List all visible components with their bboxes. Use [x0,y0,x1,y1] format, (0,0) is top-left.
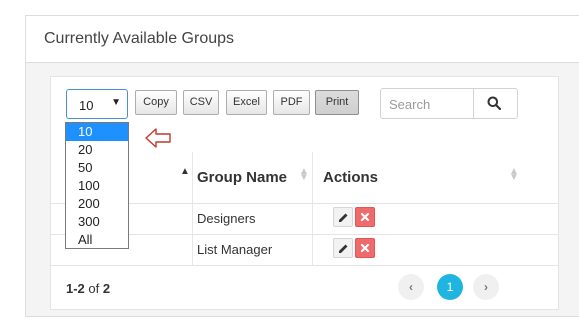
excel-button[interactable]: Excel [226,90,267,115]
page-length-option[interactable]: 200 [66,195,128,213]
search-input[interactable]: Search [389,97,430,112]
sort-both-icon[interactable]: ▲ ▼ [509,167,519,183]
page-length-dropdown: 10 20 50 100 200 300 All [65,122,129,249]
edit-button[interactable] [333,207,353,227]
sort-both-icon[interactable]: ▲ ▼ [299,167,309,183]
print-button[interactable]: Print [315,90,359,115]
caret-down-icon: ▼ [111,97,121,108]
search-divider [473,89,474,118]
page-length-select[interactable]: 10 ▼ [66,89,128,119]
edit-button[interactable] [333,238,353,258]
column-header-actions[interactable]: Actions [323,169,378,186]
pdf-button[interactable]: PDF [273,90,310,115]
page-length-option[interactable]: 20 [66,141,128,159]
close-icon [360,243,370,253]
search-icon[interactable] [487,96,502,115]
annotation-arrow-icon [144,127,172,154]
copy-button[interactable]: Copy [135,90,177,115]
table-info: 1-2 of 2 [66,281,110,296]
info-range: 1-2 [66,281,85,296]
sort-asc-icon[interactable]: ▲ [180,167,190,177]
info-of: of [88,281,100,296]
page-length-value: 10 [79,98,94,113]
close-icon [360,212,370,222]
page-length-option[interactable]: 50 [66,159,128,177]
delete-button[interactable] [355,238,375,258]
info-total: 2 [102,281,111,296]
table-footer: 1-2 of 2 ‹ 1 › [51,265,558,308]
group-name-cell: Designers [197,211,256,226]
pencil-icon [339,213,348,222]
delete-button[interactable] [355,207,375,227]
pencil-icon [339,244,348,253]
page-length-option[interactable]: 10 [66,123,128,141]
csv-button[interactable]: CSV [183,90,219,115]
page-length-option[interactable]: 100 [66,177,128,195]
page-button-1[interactable]: 1 [437,274,463,300]
next-page-button[interactable]: › [473,274,499,300]
column-header-group-name[interactable]: Group Name [197,169,287,186]
panel-title: Currently Available Groups [44,30,235,47]
group-name-cell: List Manager [197,242,273,257]
search-box: Search [380,88,518,119]
page-length-option[interactable]: 300 [66,213,128,231]
panel-header: Currently Available Groups [26,16,579,63]
previous-page-button[interactable]: ‹ [398,274,424,300]
page-length-option[interactable]: All [66,231,128,249]
